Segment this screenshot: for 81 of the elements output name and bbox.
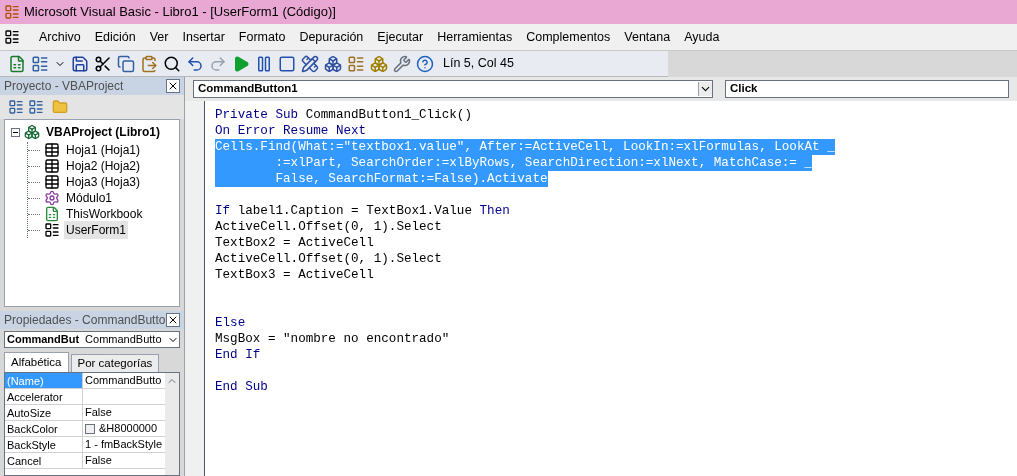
- object-browser-icon[interactable]: [370, 54, 388, 73]
- cut-icon[interactable]: [94, 54, 112, 73]
- code-line: Private Sub CommandButton1_Click(): [215, 107, 472, 123]
- property-value: False: [85, 405, 112, 420]
- code-line: ActiveCell.Offset(0, 1).Select: [215, 219, 442, 235]
- tab[interactable]: Por categorías: [70, 354, 160, 372]
- project-icon: [24, 124, 40, 140]
- design-mode-icon[interactable]: [301, 54, 319, 73]
- project-explorer-icon[interactable]: [324, 54, 342, 73]
- property-value: &H8000000: [99, 421, 158, 436]
- tab[interactable]: Alfabética: [4, 352, 69, 372]
- close-icon[interactable]: [166, 313, 180, 327]
- search-icon[interactable]: [163, 54, 181, 73]
- property-value: 1 - fmBackStyle: [85, 437, 163, 452]
- object-dropdown[interactable]: CommandBut CommandButto: [4, 331, 180, 348]
- form-icon: [44, 222, 60, 238]
- scrollbar[interactable]: [165, 373, 179, 475]
- paste-icon[interactable]: [140, 54, 158, 73]
- toolbox-icon[interactable]: [393, 54, 411, 73]
- pause-icon[interactable]: [255, 54, 273, 73]
- property-name[interactable]: BackStyle: [5, 437, 83, 452]
- collapse-toggle[interactable]: [11, 127, 20, 137]
- code-line: End If: [215, 347, 261, 363]
- menu-item[interactable]: Archivo: [32, 27, 88, 47]
- panel-title: Propiedades - CommandButto: [4, 312, 166, 329]
- property-name[interactable]: BackColor: [5, 421, 83, 436]
- property-name[interactable]: Accelerator: [5, 389, 83, 404]
- tree-item[interactable]: Módulo1: [64, 189, 115, 207]
- close-icon[interactable]: [166, 79, 180, 93]
- code-line: TextBox2 = ActiveCell: [215, 235, 374, 251]
- menu-item[interactable]: Formato: [231, 27, 293, 47]
- run-icon[interactable]: [232, 54, 250, 73]
- menu-item[interactable]: Insertar: [175, 27, 232, 47]
- tree-item[interactable]: UserForm1: [64, 221, 128, 239]
- view-object-icon[interactable]: [28, 99, 44, 115]
- code-line: ActiveCell.Offset(0, 1).Select: [215, 251, 442, 267]
- code-line: On Error Resume Next: [215, 123, 367, 139]
- tree-item[interactable]: Hoja2 (Hoja2): [64, 157, 143, 175]
- menu-item[interactable]: Edición: [87, 27, 143, 47]
- menu-item[interactable]: Ejecutar: [370, 27, 431, 47]
- code-line: MsgBox = "nombre no encontrado": [215, 331, 450, 347]
- panel-title: Proyecto - VBAProject: [4, 78, 124, 95]
- property-name[interactable]: AutoSize: [5, 405, 83, 420]
- color-swatch-icon: [85, 423, 95, 434]
- workbook-icon: [44, 206, 60, 222]
- undo-icon[interactable]: [186, 54, 204, 73]
- tree-item[interactable]: VBAProject (Libro1): [44, 123, 162, 141]
- copy-icon[interactable]: [117, 54, 135, 73]
- menu-item[interactable]: Complementos: [519, 27, 618, 47]
- properties-icon[interactable]: [347, 54, 365, 73]
- code-line: Else: [215, 315, 246, 331]
- excel-icon[interactable]: [8, 54, 26, 73]
- module-icon: [44, 190, 60, 206]
- app-icon: [4, 4, 20, 20]
- stop-icon[interactable]: [278, 54, 296, 73]
- form-menu-icon[interactable]: [4, 29, 20, 45]
- menu-item[interactable]: Ver: [142, 27, 176, 47]
- insert-form-icon[interactable]: [31, 54, 49, 73]
- view-code-icon[interactable]: [8, 99, 24, 115]
- sheet-icon: [44, 174, 60, 190]
- tree-item[interactable]: Hoja1 (Hoja1): [64, 141, 143, 159]
- cursor-position: Lín 5, Col 45: [443, 55, 514, 73]
- menu-item[interactable]: Ayuda: [677, 27, 727, 47]
- code-line: End Sub: [215, 379, 268, 395]
- save-icon[interactable]: [71, 54, 89, 73]
- tree-item[interactable]: Hoja3 (Hoja3): [64, 173, 143, 191]
- sheet-icon: [44, 158, 60, 174]
- menu-item[interactable]: Depuración: [292, 27, 371, 47]
- help-icon[interactable]: [416, 54, 434, 73]
- menu-item[interactable]: Ventana: [617, 27, 678, 47]
- property-value: False: [85, 453, 112, 468]
- tree-item[interactable]: ThisWorkbook: [64, 205, 145, 223]
- sheet-icon: [44, 142, 60, 158]
- window-title: Microsoft Visual Basic - Libro1 - [UserForm1 (Código)]: [24, 3, 336, 22]
- property-value: CommandButto: [85, 373, 162, 388]
- property-name[interactable]: Cancel: [5, 453, 83, 468]
- menu-item[interactable]: Herramientas: [430, 27, 520, 47]
- code-line: If label1.Caption = TextBox1.Value Then: [215, 203, 510, 219]
- object-dropdown[interactable]: CommandButton1: [193, 80, 713, 98]
- procedure-dropdown[interactable]: Click: [725, 80, 1009, 98]
- code-line: TextBox3 = ActiveCell: [215, 267, 374, 283]
